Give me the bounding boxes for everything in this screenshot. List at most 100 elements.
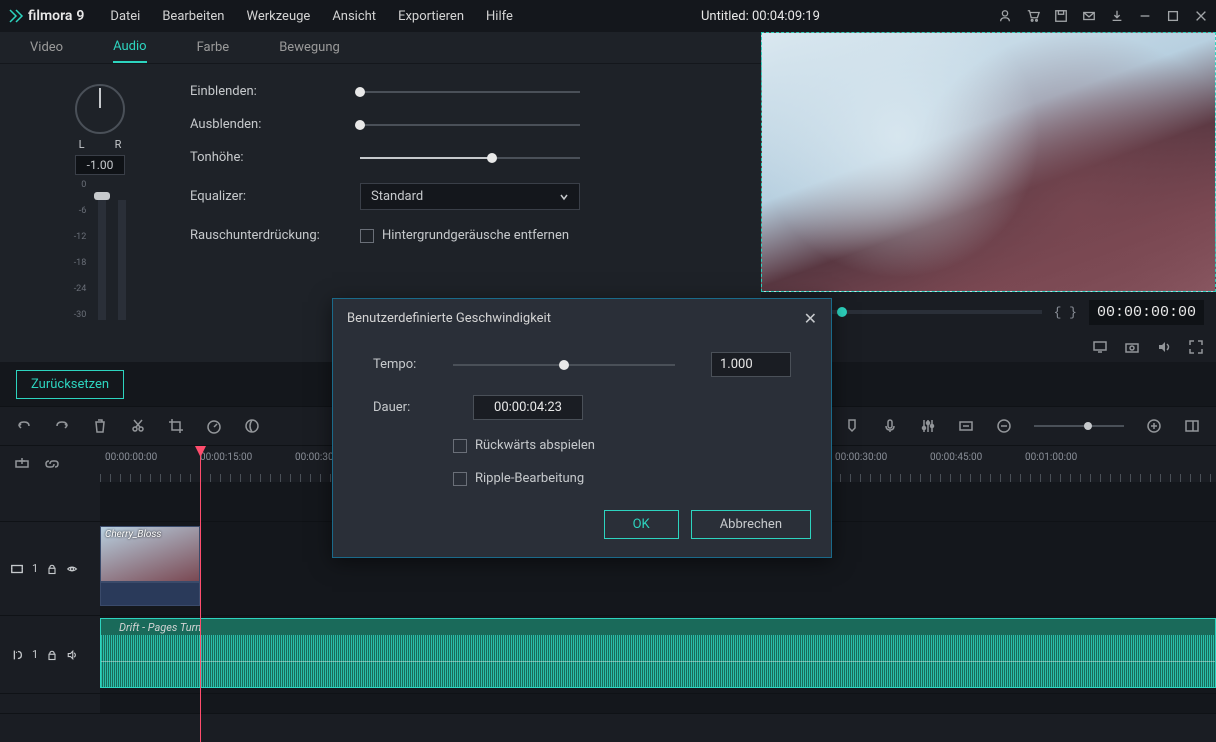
ok-button[interactable]: OK bbox=[604, 510, 679, 539]
equalizer-select[interactable]: Standard bbox=[360, 183, 580, 210]
ruler-mark: 00:00:15:00 bbox=[200, 452, 252, 463]
color-icon[interactable] bbox=[244, 418, 260, 434]
duration-label: Dauer: bbox=[373, 400, 433, 415]
audio-track: 1 Drift - Pages Turn bbox=[0, 616, 1216, 694]
menu-bearbeiten[interactable]: Bearbeiten bbox=[152, 5, 234, 28]
vu-6: -6 bbox=[74, 206, 87, 216]
titlebar-right bbox=[998, 9, 1208, 23]
redo-icon[interactable] bbox=[54, 418, 70, 434]
delete-icon[interactable] bbox=[92, 418, 108, 434]
playhead[interactable] bbox=[200, 446, 201, 742]
noise-label: Rauschunterdrückung: bbox=[190, 228, 340, 243]
track-spacer-bottom bbox=[0, 694, 1216, 714]
mixer-icon[interactable] bbox=[920, 418, 936, 434]
pitch-label: Tonhöhe: bbox=[190, 150, 340, 165]
maximize-icon[interactable] bbox=[1166, 9, 1180, 23]
property-tabs: Video Audio Farbe Bewegung bbox=[0, 32, 761, 64]
vu-12: -12 bbox=[74, 232, 87, 242]
main-menu: Datei Bearbeiten Werkzeuge Ansicht Expor… bbox=[100, 5, 522, 28]
noise-checkbox-label: Hintergrundgeräusche entfernen bbox=[382, 228, 569, 243]
tab-video[interactable]: Video bbox=[30, 32, 63, 63]
balance-value[interactable]: -1.00 bbox=[75, 155, 125, 175]
menu-datei[interactable]: Datei bbox=[100, 5, 150, 28]
speaker-icon[interactable] bbox=[66, 649, 78, 661]
ruler-mark: 00:01:00:00 bbox=[1025, 452, 1077, 463]
vu-bar-right bbox=[118, 200, 126, 320]
audio-track-icon bbox=[10, 648, 24, 662]
video-track-icon bbox=[10, 562, 24, 576]
zoom-slider[interactable] bbox=[1034, 425, 1124, 427]
marker-icon[interactable] bbox=[844, 418, 860, 434]
balance-section: L R -1.00 0 -6 -12 -18 -24 -30 bbox=[10, 84, 190, 342]
preview-viewport[interactable] bbox=[761, 32, 1216, 292]
menu-werkzeuge[interactable]: Werkzeuge bbox=[236, 5, 320, 28]
snapshot-icon[interactable] bbox=[1124, 339, 1140, 355]
vu-bar-left bbox=[98, 200, 106, 320]
link-icon[interactable] bbox=[44, 456, 60, 472]
display-icon[interactable] bbox=[1092, 339, 1108, 355]
vu-0: 0 bbox=[74, 180, 87, 190]
equalizer-label: Equalizer: bbox=[190, 189, 340, 204]
fade-in-slider[interactable] bbox=[360, 91, 580, 93]
tab-farbe[interactable]: Farbe bbox=[197, 32, 230, 63]
menu-ansicht[interactable]: Ansicht bbox=[322, 5, 386, 28]
ripple-label: Ripple-Bearbeitung bbox=[475, 471, 584, 486]
minimize-icon[interactable] bbox=[1138, 9, 1152, 23]
account-icon[interactable] bbox=[998, 9, 1012, 23]
filmora-logo-icon bbox=[8, 8, 24, 24]
pitch-slider[interactable] bbox=[360, 157, 580, 159]
fade-in-label: Einblenden: bbox=[190, 84, 340, 99]
tab-bewegung[interactable]: Bewegung bbox=[279, 32, 340, 63]
waveform bbox=[101, 635, 1215, 687]
reset-button[interactable]: Zurücksetzen bbox=[16, 370, 124, 399]
video-track-label: 1 bbox=[32, 562, 38, 575]
clip-title: Cherry_Bloss bbox=[105, 529, 161, 540]
fit-icon[interactable] bbox=[958, 418, 974, 434]
mic-icon[interactable] bbox=[882, 418, 898, 434]
close-icon[interactable] bbox=[1194, 9, 1208, 23]
fullscreen-icon[interactable] bbox=[1188, 339, 1204, 355]
noise-checkbox[interactable] bbox=[360, 229, 374, 243]
save-icon[interactable] bbox=[1054, 9, 1068, 23]
crop-icon[interactable] bbox=[168, 418, 184, 434]
download-icon[interactable] bbox=[1110, 9, 1124, 23]
timecode-braces: { } bbox=[1054, 305, 1077, 320]
playback-scrubber[interactable] bbox=[829, 310, 1042, 314]
menu-exportieren[interactable]: Exportieren bbox=[388, 5, 474, 28]
tempo-slider[interactable] bbox=[453, 364, 675, 366]
lock-icon[interactable] bbox=[46, 563, 58, 575]
volume-slider-thumb[interactable] bbox=[94, 192, 110, 200]
tempo-input[interactable] bbox=[711, 352, 791, 377]
dialog-close-icon[interactable]: ✕ bbox=[804, 309, 817, 328]
vu-30: -30 bbox=[74, 310, 87, 320]
reverse-checkbox[interactable] bbox=[453, 439, 467, 453]
eye-icon[interactable] bbox=[66, 563, 78, 575]
balance-left-label: L bbox=[79, 138, 85, 151]
cart-icon[interactable] bbox=[1026, 9, 1040, 23]
app-version: 9 bbox=[76, 8, 84, 24]
menu-hilfe[interactable]: Hilfe bbox=[476, 5, 523, 28]
video-clip[interactable]: Cherry_Bloss bbox=[100, 526, 200, 606]
lock-icon[interactable] bbox=[46, 649, 58, 661]
cancel-button[interactable]: Abbrechen bbox=[691, 510, 811, 539]
cut-icon[interactable] bbox=[130, 418, 146, 434]
speed-icon[interactable] bbox=[206, 418, 222, 434]
balance-knob[interactable] bbox=[75, 84, 125, 134]
volume-icon[interactable] bbox=[1156, 339, 1172, 355]
audio-clip[interactable]: Drift - Pages Turn bbox=[100, 618, 1216, 688]
panel-icon[interactable] bbox=[1184, 418, 1200, 434]
ripple-checkbox[interactable] bbox=[453, 472, 467, 486]
tab-audio[interactable]: Audio bbox=[113, 32, 146, 63]
balance-right-label: R bbox=[115, 138, 122, 151]
fade-out-slider[interactable] bbox=[360, 124, 580, 126]
undo-icon[interactable] bbox=[16, 418, 32, 434]
mail-icon[interactable] bbox=[1082, 9, 1096, 23]
tempo-label: Tempo: bbox=[373, 357, 433, 372]
duration-input[interactable] bbox=[473, 395, 583, 420]
vu-meter: 0 -6 -12 -18 -24 -30 bbox=[65, 190, 135, 320]
add-track-icon[interactable] bbox=[14, 456, 30, 472]
zoom-out-icon[interactable] bbox=[996, 418, 1012, 434]
fade-out-label: Ausblenden: bbox=[190, 117, 340, 132]
ruler-mark: 00:00:00:00 bbox=[105, 452, 157, 463]
zoom-in-icon[interactable] bbox=[1146, 418, 1162, 434]
